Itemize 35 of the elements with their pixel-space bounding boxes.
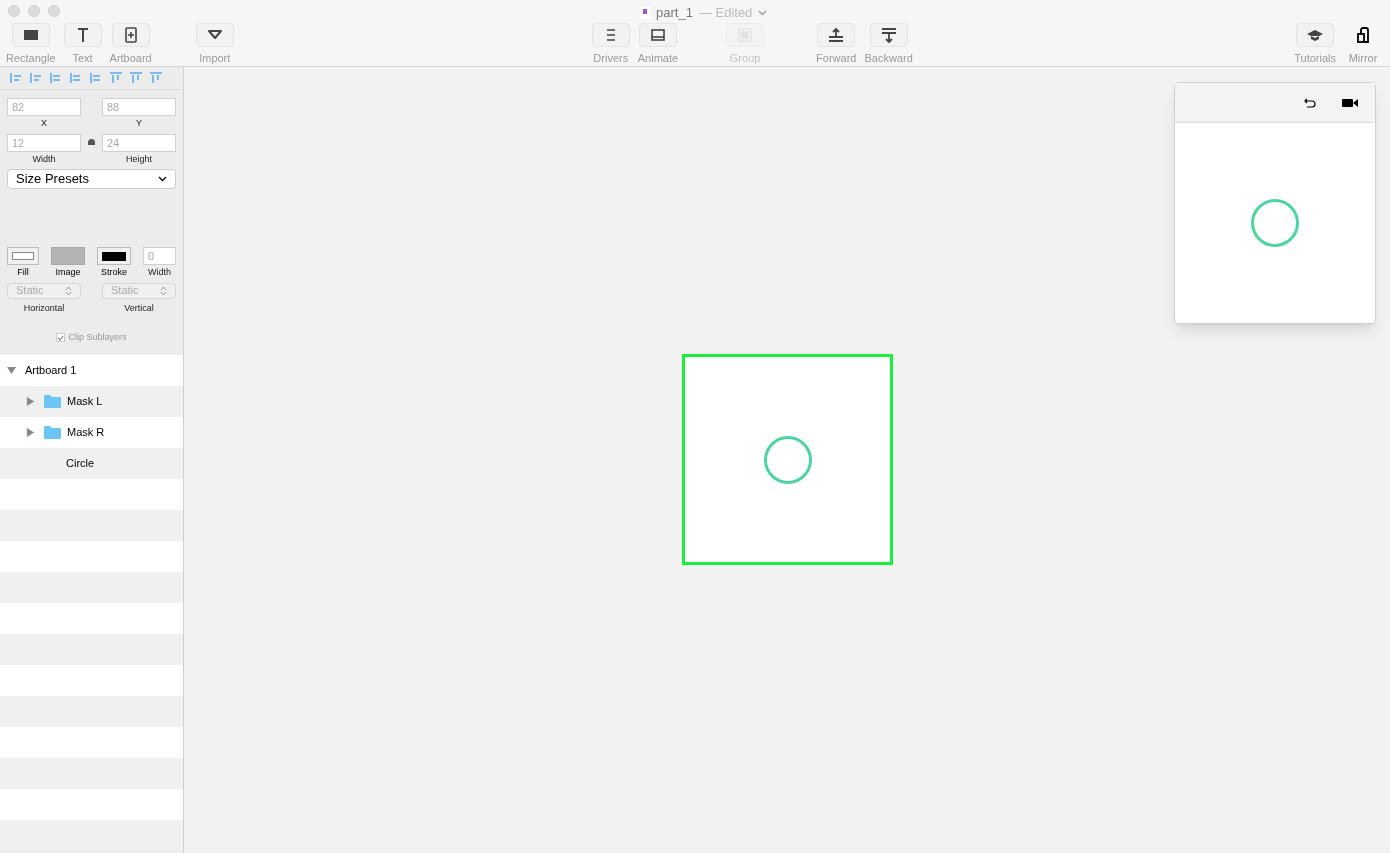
field-label: Width	[148, 266, 171, 279]
toolbar-button[interactable]: Import	[191, 22, 238, 66]
window-title: part_1	[656, 4, 693, 22]
stroke-width-field[interactable]: 0	[143, 247, 176, 265]
field-label: X	[41, 117, 47, 130]
field-label: Y	[136, 117, 142, 130]
field-label: Height	[126, 152, 152, 166]
popup-select[interactable]: Static	[7, 282, 81, 299]
popup-select[interactable]: Static	[102, 282, 176, 299]
size-presets-dropdown[interactable]: Size Presets	[7, 169, 176, 189]
field-label: Vertical	[124, 301, 154, 315]
layer-row[interactable]: Circle	[0, 447, 183, 479]
edited-status[interactable]: — Edited	[698, 3, 753, 23]
toolbar-button[interactable]: Artboard	[105, 22, 156, 66]
y-field[interactable]: 88	[102, 98, 176, 116]
field-label: Width	[32, 152, 56, 166]
layer-row[interactable]: Mask L	[0, 385, 183, 417]
toolbar-button[interactable]: Rectangle	[2, 22, 60, 66]
toolbar-button[interactable]: Text	[59, 22, 106, 66]
field-label: Horizontal	[23, 301, 65, 315]
x-field[interactable]: 82	[7, 98, 81, 116]
width-field[interactable]: 12	[7, 133, 81, 152]
layer-row[interactable]: Artboard 1	[0, 354, 183, 386]
field-label: Fill	[17, 266, 29, 279]
toolbar-button[interactable]: Mirror	[1340, 22, 1386, 66]
field-label: Stroke	[101, 266, 127, 279]
toolbar-button[interactable]: Backward	[860, 22, 917, 66]
layer-row[interactable]: Mask R	[0, 416, 183, 448]
field-label: Image	[55, 266, 81, 279]
height-field[interactable]: 24	[102, 133, 176, 152]
checkbox-label: Clip Sublayers	[68, 331, 127, 344]
toolbar-button[interactable]: Animate	[633, 22, 683, 66]
toolbar-button[interactable]: Forward	[812, 22, 861, 66]
toolbar-button[interactable]: Drivers	[587, 22, 634, 66]
toolbar-button[interactable]: Tutorials	[1290, 22, 1340, 66]
